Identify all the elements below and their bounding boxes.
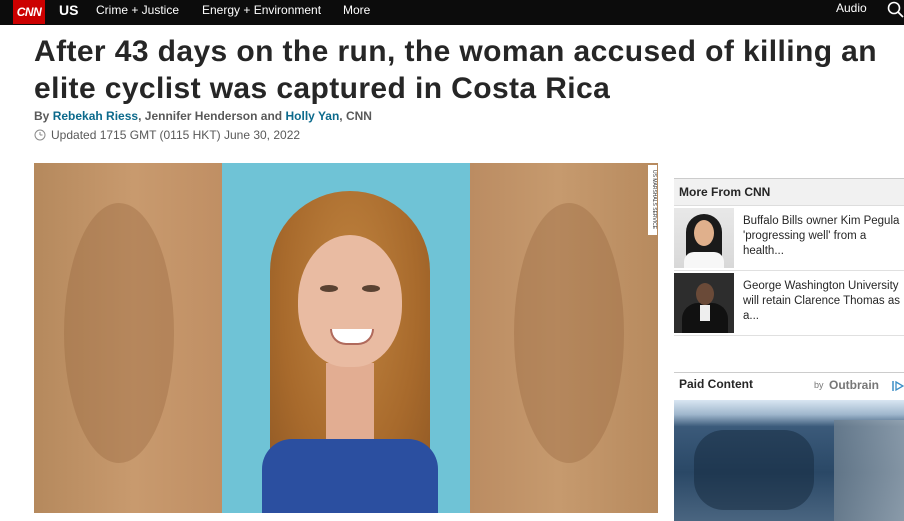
- photo-neck: [326, 363, 374, 443]
- author-link-holly-yan[interactable]: Holly Yan: [285, 109, 339, 123]
- more-from-cnn-title: More From CNN: [674, 178, 904, 206]
- paid-image-building: [834, 420, 904, 521]
- thumb-collar: [700, 305, 710, 321]
- related-story[interactable]: Buffalo Bills owner Kim Pegula 'progress…: [674, 206, 904, 271]
- image-blur-left: [64, 203, 174, 463]
- updated-timestamp-row: Updated 1715 GMT (0115 HKT) June 30, 202…: [34, 128, 300, 142]
- clock-icon: [34, 129, 46, 141]
- story-thumbnail[interactable]: [674, 208, 734, 268]
- story-thumbnail[interactable]: [674, 273, 734, 333]
- photo-face: [298, 235, 402, 367]
- story-headline[interactable]: George Washington University will retain…: [743, 279, 903, 324]
- nav-item-more[interactable]: More: [343, 3, 370, 17]
- paid-content-title: Paid Content: [679, 377, 753, 391]
- nav-audio[interactable]: Audio: [836, 1, 867, 15]
- mugshot-photo: [222, 163, 470, 513]
- byline-prefix: By: [34, 109, 50, 123]
- nav-item-crime-justice[interactable]: Crime + Justice: [96, 3, 179, 17]
- thumb-face: [694, 220, 714, 246]
- outbrain-logo[interactable]: Outbrain: [829, 378, 879, 392]
- author-link-rebekah-riess[interactable]: Rebekah Riess: [53, 109, 138, 123]
- paid-content-panel: Paid Content by Outbrain: [674, 372, 904, 521]
- updated-text: Updated 1715 GMT (0115 HKT) June 30, 202…: [51, 128, 301, 142]
- photo-eye-right: [362, 285, 380, 292]
- byline: By Rebekah Riess, Jennifer Henderson and…: [34, 109, 372, 123]
- more-from-cnn-panel: More From CNN Buffalo Bills owner Kim Pe…: [674, 178, 904, 336]
- image-credit: US MARSHALS SERVICE: [648, 165, 657, 235]
- ad-choices-icon[interactable]: [892, 380, 904, 392]
- article-headline: After 43 days on the run, the woman accu…: [34, 35, 877, 105]
- nav-item-energy-environment[interactable]: Energy + Environment: [202, 3, 321, 17]
- search-icon[interactable]: [887, 1, 904, 18]
- nav-section-us[interactable]: US: [59, 2, 78, 18]
- photo-eye-left: [320, 285, 338, 292]
- hero-image[interactable]: US MARSHALS SERVICE: [34, 163, 658, 513]
- cnn-logo[interactable]: CNN: [13, 0, 45, 24]
- story-headline[interactable]: Buffalo Bills owner Kim Pegula 'progress…: [743, 214, 903, 259]
- photo-shirt: [262, 439, 438, 513]
- byline-separator: ,: [138, 109, 142, 123]
- byline-suffix: , CNN: [339, 109, 372, 123]
- image-blur-right: [514, 203, 624, 463]
- logo-text: CNN: [16, 5, 42, 19]
- byline-author-plain: Jennifer Henderson and: [144, 109, 283, 123]
- paid-content-by: by: [814, 380, 824, 390]
- paid-content-header: Paid Content by Outbrain: [674, 372, 904, 399]
- photo-smile: [330, 329, 374, 345]
- related-story[interactable]: George Washington University will retain…: [674, 271, 904, 336]
- paid-content-image[interactable]: [674, 400, 904, 521]
- paid-image-shape: [694, 430, 814, 510]
- thumb-face: [696, 283, 714, 305]
- top-navigation-bar: CNN US Crime + Justice Energy + Environm…: [0, 0, 904, 25]
- thumb-body: [684, 252, 724, 268]
